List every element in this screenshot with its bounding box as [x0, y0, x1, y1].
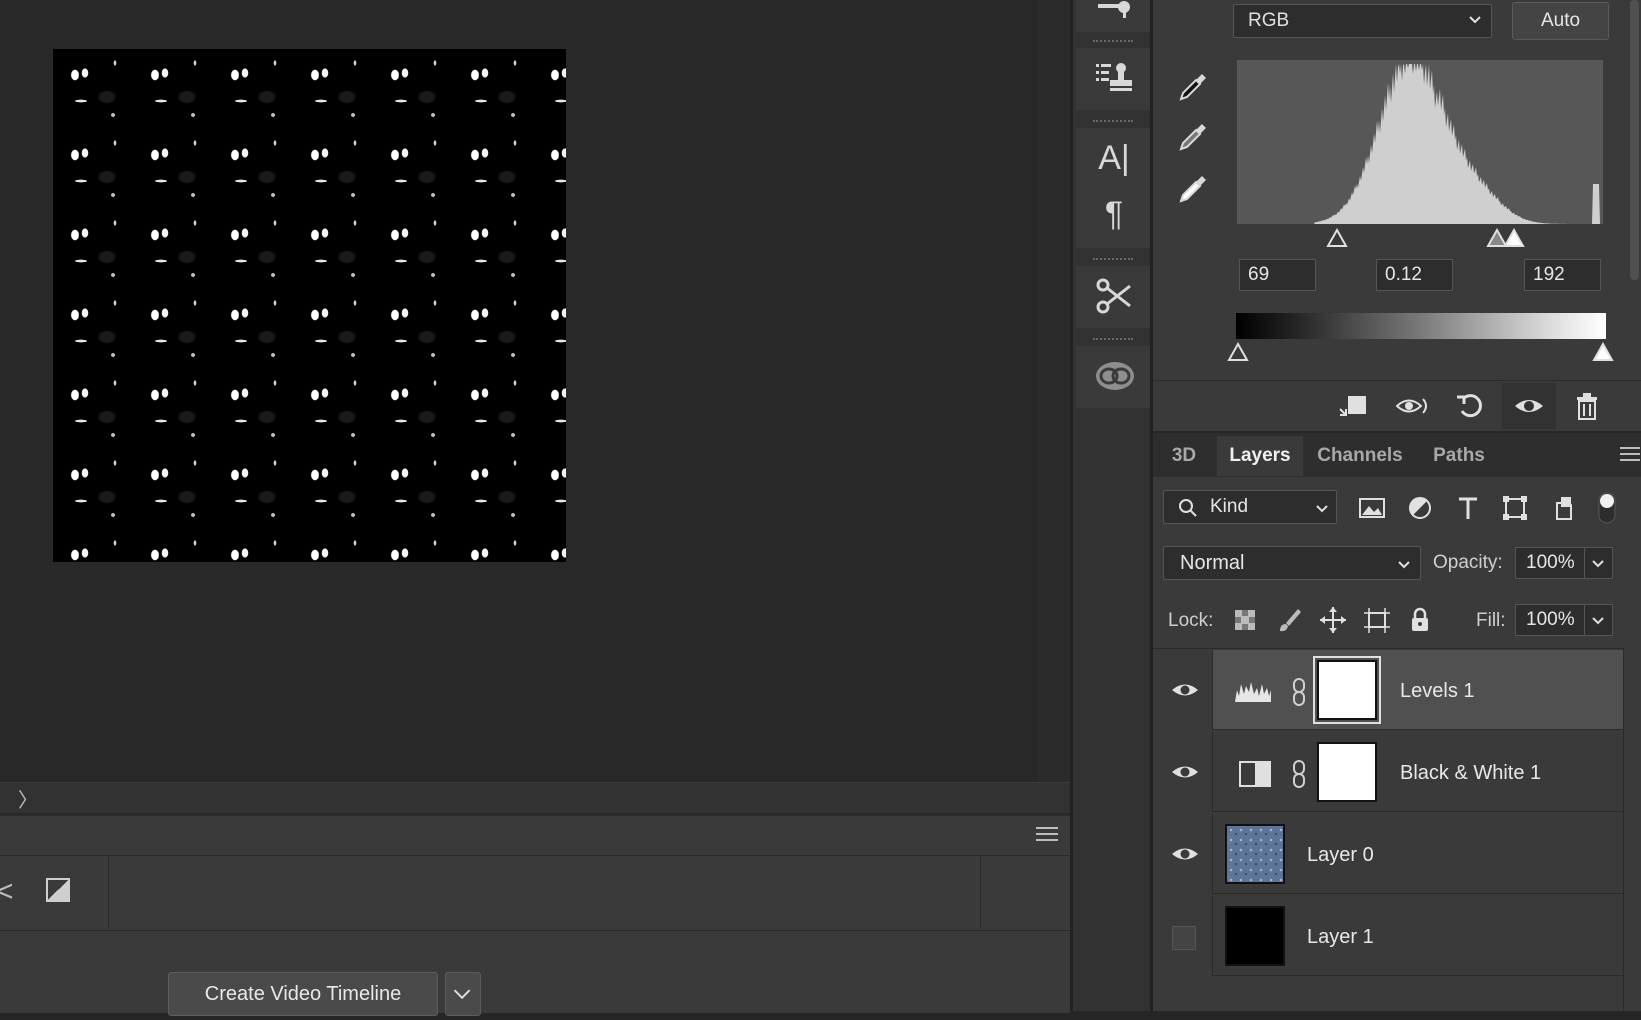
chain-link-icon[interactable] — [1290, 759, 1308, 789]
layer-row-black-white-1[interactable] — [1153, 732, 1623, 812]
layer-thumbnail[interactable] — [1225, 824, 1285, 884]
eye-icon[interactable] — [1170, 757, 1200, 787]
channel-select[interactable]: RGB — [1233, 4, 1492, 38]
tab-3d[interactable]: 3D — [1153, 436, 1215, 476]
chevron-down-icon — [1592, 560, 1604, 568]
levels-histogram — [1237, 60, 1603, 224]
chevron-down-icon — [1316, 505, 1328, 513]
canvas-horizontal-scrollbar[interactable] — [0, 782, 1070, 813]
filter-kind-select[interactable]: Kind — [1163, 490, 1337, 524]
layer-mask-thumbnail[interactable] — [1317, 742, 1377, 802]
divider — [1153, 648, 1641, 649]
panel-menu-icon[interactable] — [1620, 446, 1640, 462]
layer-row-layer-1[interactable] — [1153, 896, 1623, 976]
filter-kind-value: Kind — [1210, 496, 1249, 517]
white-input-slider[interactable] — [1503, 228, 1525, 248]
previous-frame-icon[interactable]: < — [0, 875, 14, 909]
timeline-divider — [108, 855, 109, 929]
blend-mode-select[interactable]: Normal — [1163, 546, 1421, 580]
tab-channels[interactable]: Channels — [1305, 436, 1415, 476]
layer-thumbnail[interactable] — [1225, 906, 1285, 966]
lock-position-icon[interactable] — [1318, 605, 1348, 635]
gray-point-eyedropper-icon[interactable] — [1176, 120, 1210, 154]
input-gamma-field[interactable]: 0.12 — [1376, 259, 1453, 291]
eye-icon[interactable] — [1170, 675, 1200, 705]
character-panel-icon[interactable]: A| — [1094, 138, 1134, 178]
eye-icon[interactable] — [1512, 389, 1546, 423]
lock-transparent-pixels-icon[interactable] — [1230, 605, 1260, 635]
opacity-dropdown[interactable] — [1585, 547, 1613, 579]
chevron-down-icon — [1398, 561, 1410, 569]
eye-icon[interactable] — [1170, 839, 1200, 869]
layer-name[interactable]: Layer 0 — [1307, 844, 1374, 867]
layer-mask-thumbnail[interactable] — [1313, 656, 1381, 724]
channel-select-value: RGB — [1248, 10, 1290, 31]
panel-menu-icon[interactable] — [1036, 826, 1058, 842]
grip[interactable] — [1093, 258, 1133, 262]
layer-row-levels-1[interactable] — [1153, 650, 1623, 730]
type-layer-filter-icon[interactable] — [1453, 493, 1483, 523]
black-point-eyedropper-icon[interactable] — [1176, 70, 1210, 104]
output-levels-gradient — [1236, 313, 1606, 339]
opacity-field[interactable]: 100% — [1515, 547, 1585, 579]
paragraph-panel-icon[interactable]: ¶ — [1094, 194, 1134, 234]
opacity-label: Opacity: — [1433, 552, 1503, 573]
scroll-right-icon[interactable]: 〉 — [18, 784, 42, 812]
fill-label: Fill: — [1476, 610, 1506, 631]
transition-icon[interactable] — [46, 878, 70, 902]
input-black-field[interactable]: 69 — [1239, 259, 1316, 291]
blend-mode-value: Normal — [1180, 552, 1245, 574]
slider-tool-icon[interactable] — [1094, 0, 1134, 20]
input-white-field[interactable]: 192 — [1524, 259, 1601, 291]
smart-object-filter-icon[interactable] — [1549, 493, 1579, 523]
timeline-divider — [980, 855, 981, 929]
properties-scroll-thumb[interactable] — [1630, 0, 1639, 280]
clone-source-icon[interactable] — [1094, 58, 1134, 98]
grip[interactable] — [1093, 40, 1133, 44]
canvas-vertical-gutter — [1038, 0, 1070, 782]
layers-scrollbar[interactable] — [1623, 648, 1641, 1011]
pixel-layer-filter-icon[interactable] — [1357, 493, 1387, 523]
creative-cloud-libraries-icon[interactable] — [1094, 356, 1136, 396]
reset-icon[interactable] — [1453, 389, 1487, 423]
shape-layer-filter-icon[interactable] — [1500, 493, 1530, 523]
white-point-eyedropper-icon[interactable] — [1176, 172, 1210, 206]
visibility-toggle-off[interactable] — [1172, 926, 1196, 950]
create-video-timeline-button[interactable]: Create Video Timeline — [168, 972, 438, 1016]
document-image[interactable] — [53, 49, 566, 562]
chevron-down-icon — [1469, 16, 1481, 24]
chevron-down-icon — [1592, 617, 1604, 625]
layer-name[interactable]: Levels 1 — [1400, 680, 1475, 703]
view-previous-state-icon[interactable] — [1395, 389, 1429, 423]
tab-layers[interactable]: Layers — [1217, 436, 1303, 476]
timeline-mode-dropdown[interactable] — [445, 972, 481, 1016]
adjustment-layer-filter-icon[interactable] — [1405, 493, 1435, 523]
fill-field[interactable]: 100% — [1515, 604, 1585, 636]
lock-label: Lock: — [1168, 610, 1214, 631]
filter-toggle-switch[interactable] — [1596, 490, 1618, 526]
auto-button[interactable]: Auto — [1512, 2, 1609, 40]
lock-image-pixels-icon[interactable] — [1274, 605, 1304, 635]
levels-adjustment-icon — [1235, 682, 1271, 702]
chain-link-icon[interactable] — [1290, 677, 1308, 707]
tool-presets-icon[interactable] — [1094, 276, 1134, 316]
timeline-controls — [0, 855, 1070, 931]
grip[interactable] — [1093, 120, 1133, 124]
chevron-down-icon — [453, 989, 471, 1000]
trash-icon[interactable] — [1570, 389, 1604, 423]
output-white-slider[interactable] — [1592, 342, 1614, 362]
layer-row-layer-0[interactable] — [1153, 814, 1623, 894]
tab-paths[interactable]: Paths — [1417, 436, 1501, 476]
search-icon — [1179, 499, 1197, 517]
grip[interactable] — [1093, 338, 1133, 342]
layer-name[interactable]: Layer 1 — [1307, 926, 1374, 949]
output-black-slider[interactable] — [1227, 342, 1249, 362]
fill-dropdown[interactable] — [1585, 604, 1613, 636]
black-white-adjustment-icon — [1239, 761, 1271, 787]
black-input-slider[interactable] — [1326, 228, 1348, 248]
clip-to-layer-icon[interactable] — [1336, 389, 1370, 423]
layer-name[interactable]: Black & White 1 — [1400, 762, 1541, 785]
lock-artboard-icon[interactable] — [1362, 605, 1392, 635]
lock-all-icon[interactable] — [1405, 605, 1435, 635]
